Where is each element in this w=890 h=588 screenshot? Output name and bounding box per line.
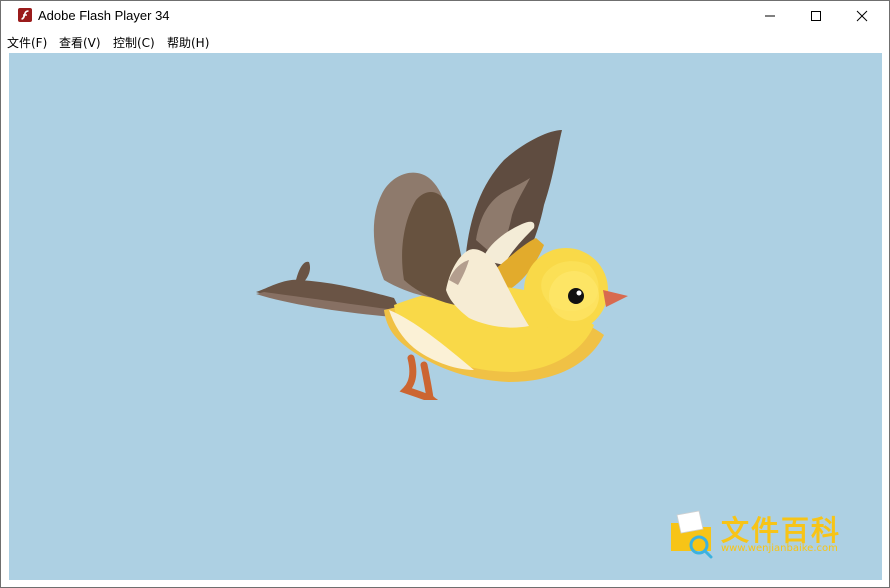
flash-player-window: Adobe Flash Player 34 文件(F) 查看(V) 控制(C) … bbox=[0, 0, 890, 588]
menu-file[interactable]: 文件(F) bbox=[7, 34, 47, 51]
watermark-url: www.wenjianbaike.com bbox=[721, 543, 838, 554]
window-title: Adobe Flash Player 34 bbox=[38, 8, 170, 23]
close-icon bbox=[856, 10, 868, 22]
menu-bar: 文件(F) 查看(V) 控制(C) 帮助(H) bbox=[1, 31, 889, 51]
watermark-folder-icon bbox=[671, 510, 713, 559]
menu-help[interactable]: 帮助(H) bbox=[167, 34, 209, 51]
minimize-button[interactable] bbox=[747, 1, 793, 31]
menu-control[interactable]: 控制(C) bbox=[113, 34, 155, 51]
close-button[interactable] bbox=[839, 1, 885, 31]
flash-player-icon bbox=[18, 8, 32, 22]
bird-illustration bbox=[256, 130, 628, 400]
flash-stage[interactable]: 文件百科 www.wenjianbaike.com bbox=[9, 53, 882, 580]
title-bar[interactable]: Adobe Flash Player 34 bbox=[1, 1, 889, 31]
minimize-icon bbox=[765, 15, 775, 17]
maximize-button[interactable] bbox=[793, 1, 839, 31]
menu-view[interactable]: 查看(V) bbox=[59, 34, 101, 51]
maximize-icon bbox=[811, 11, 821, 21]
